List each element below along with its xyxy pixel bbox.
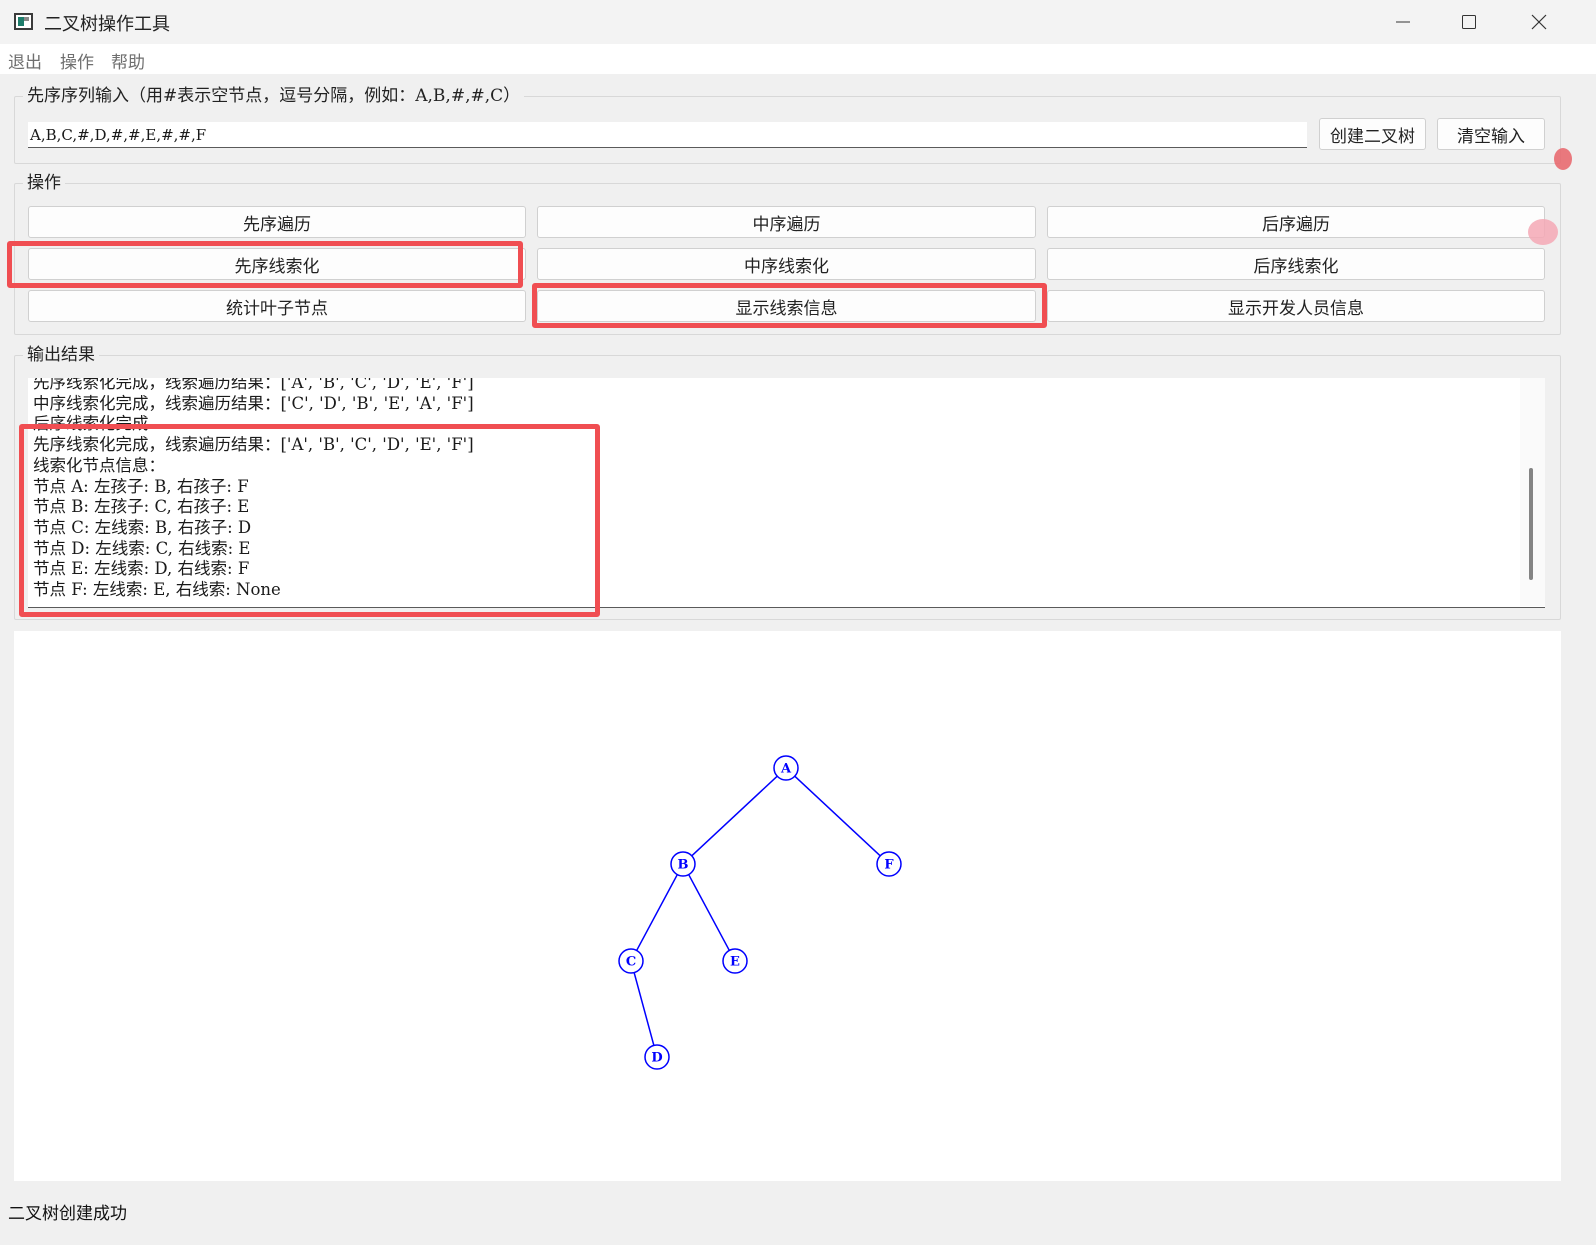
create-tree-button[interactable]: 创建二叉树 [1319, 118, 1426, 150]
postorder-traverse-button[interactable]: 后序遍历 [1047, 206, 1545, 238]
menu-operations[interactable]: 操作 [60, 48, 94, 73]
output-line: 先序线索化完成，线索遍历结果：['A', 'B', 'C', 'D', 'E',… [33, 435, 474, 455]
tree-edge-B-C [636, 874, 678, 951]
operations-group-title: 操作 [23, 171, 65, 195]
menu-bar: 退出 操作 帮助 [0, 44, 1596, 74]
status-bar: 二叉树创建成功 [8, 1204, 127, 1224]
tree-edge-A-B [691, 775, 778, 857]
tree-canvas: A B F C E D [14, 631, 1561, 1181]
decorative-blob [1554, 148, 1572, 170]
tree-node-label: B [678, 858, 689, 873]
close-icon [1531, 14, 1547, 30]
output-line: 后序线索化完成 [33, 414, 149, 434]
output-line: 节点 F: 左线索: E, 右线索: None [33, 580, 281, 600]
clear-input-button[interactable]: 清空输入 [1437, 118, 1545, 150]
tree-node-label: E [730, 955, 740, 970]
window-title: 二叉树操作工具 [44, 14, 170, 35]
tree-edge-C-D [633, 972, 655, 1046]
tree-node-label: D [651, 1051, 662, 1066]
tree-edge-A-F [794, 775, 881, 857]
output-line: 线索化节点信息： [33, 455, 165, 475]
minimize-icon [1396, 21, 1410, 23]
output-line: 节点 E: 左线索: D, 右线索: F [33, 559, 250, 579]
decorative-blob [1528, 219, 1558, 245]
show-thread-info-button[interactable]: 显示线索信息 [537, 290, 1036, 322]
input-group-title: 先序序列输入（用#表示空节点，逗号分隔，例如：A,B,#,#,C） [23, 84, 525, 108]
tree-edge-B-E [688, 874, 730, 951]
output-lines: 先序线索化完成，线索遍历结果：['A', 'B', 'C', 'D', 'E',… [33, 378, 474, 601]
output-scrollbar-thumb[interactable] [1529, 468, 1533, 580]
maximize-button[interactable] [1434, 0, 1504, 44]
tree-node-label: C [626, 955, 636, 970]
preorder-input[interactable]: A,B,C,#,D,#,#,E,#,#,F [28, 122, 1307, 148]
close-button[interactable] [1504, 0, 1574, 44]
preorder-traverse-button[interactable]: 先序遍历 [28, 206, 526, 238]
output-line: 节点 C: 左线索: B, 右孩子: D [33, 517, 252, 537]
output-textarea[interactable]: 先序线索化完成，线索遍历结果：['A', 'B', 'C', 'D', 'E',… [28, 378, 1545, 608]
tree-node-label: A [780, 762, 792, 777]
output-group-title: 输出结果 [23, 343, 99, 367]
count-leaves-button[interactable]: 统计叶子节点 [28, 290, 526, 322]
output-line: 节点 A: 左孩子: B, 右孩子: F [33, 476, 249, 496]
minimize-button[interactable] [1368, 0, 1438, 44]
title-bar: 二叉树操作工具 [0, 0, 1596, 44]
output-line: 中序线索化完成，线索遍历结果：['C', 'D', 'B', 'E', 'A',… [33, 393, 474, 413]
show-developer-info-button[interactable]: 显示开发人员信息 [1047, 290, 1545, 322]
app-icon [14, 13, 33, 30]
postorder-thread-button[interactable]: 后序线索化 [1047, 248, 1545, 280]
output-line: 节点 D: 左线索: C, 右线索: E [33, 538, 251, 558]
menu-exit[interactable]: 退出 [8, 48, 42, 73]
tree-node-label: F [884, 858, 894, 873]
menu-help[interactable]: 帮助 [111, 48, 145, 73]
tree-diagram: A B F C E D [618, 755, 902, 1070]
output-line: 节点 B: 左孩子: C, 右孩子: E [33, 497, 250, 517]
output-line: 先序线索化完成，线索遍历结果：['A', 'B', 'C', 'D', 'E',… [33, 378, 474, 392]
inorder-traverse-button[interactable]: 中序遍历 [537, 206, 1036, 238]
inorder-thread-button[interactable]: 中序线索化 [537, 248, 1036, 280]
preorder-thread-button[interactable]: 先序线索化 [28, 248, 526, 280]
maximize-icon [1462, 15, 1476, 29]
